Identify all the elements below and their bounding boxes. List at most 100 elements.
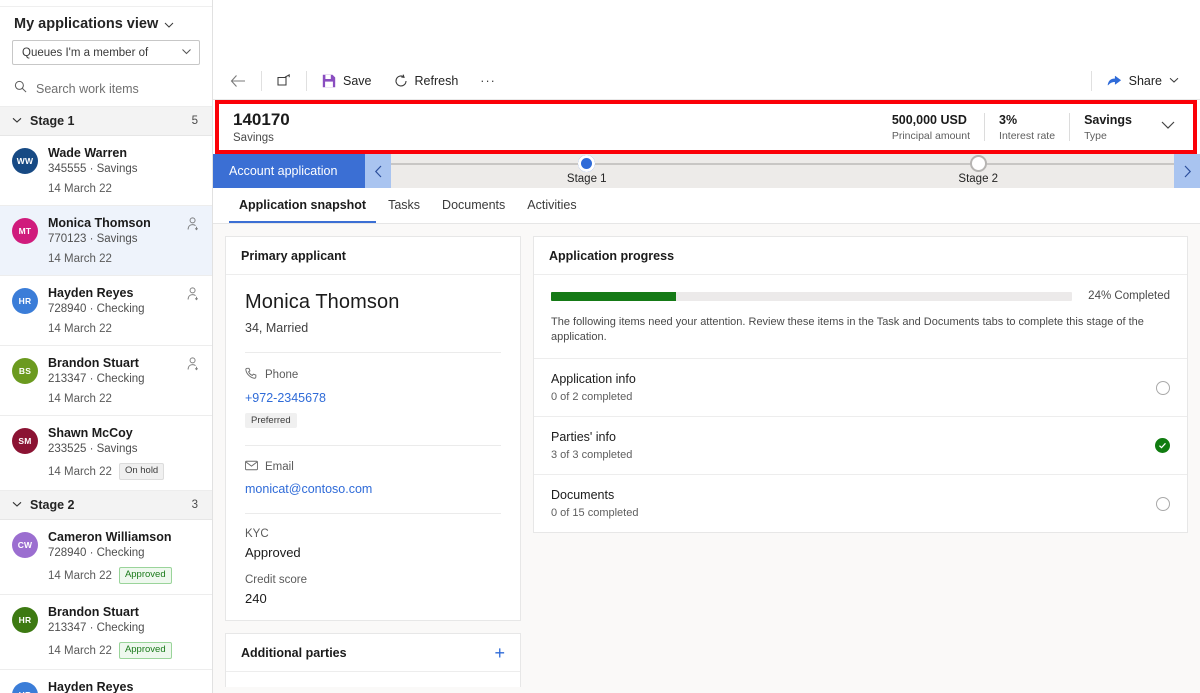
- work-item-name: Brandon Stuart: [48, 605, 139, 619]
- refresh-label: Refresh: [414, 73, 459, 88]
- queue-select[interactable]: Queues I'm a member of: [12, 40, 200, 65]
- kyc-value: Approved: [245, 545, 301, 560]
- view-selector[interactable]: My applications view: [0, 7, 212, 40]
- refresh-button[interactable]: Refresh: [383, 66, 470, 96]
- work-item-date-row: 14 March 22: [48, 393, 200, 405]
- work-item-body: Monica Thomson 770123 · Savings 14 March 2…: [48, 216, 200, 265]
- status-badge: Approved: [118, 567, 172, 584]
- avatar: WW: [12, 148, 38, 174]
- phone-field-label: Phone: [245, 367, 501, 383]
- progress-items-list: Application info 0 of 2 completed Parties'…: [534, 358, 1187, 532]
- back-button[interactable]: [219, 66, 257, 96]
- work-item-row[interactable]: MT Monica Thomson 770123 · Savings 14 March…: [0, 206, 212, 276]
- email-label-text: Email: [265, 461, 294, 473]
- search-work-items[interactable]: Search work items: [0, 73, 212, 107]
- progress-item[interactable]: Application info 0 of 2 completed: [534, 358, 1187, 416]
- work-item-row[interactable]: CW Cameron Williamson 728940 · Checking 14 …: [0, 520, 212, 595]
- command-separator: [261, 70, 262, 91]
- assign-person-icon[interactable]: [187, 217, 200, 236]
- group-name: Stage 2: [30, 498, 75, 512]
- work-item-body: Hayden Reyes211472 · Savings14 March 22R…: [48, 680, 200, 693]
- application-progress-title: Application progress: [534, 237, 1187, 275]
- primary-applicant-card-title: Primary applicant: [226, 237, 520, 275]
- email-icon: [245, 460, 258, 474]
- tab-documents[interactable]: Documents: [432, 188, 515, 223]
- search-input-placeholder: Search work items: [36, 82, 139, 96]
- overflow-menu-button[interactable]: ···: [469, 66, 507, 96]
- work-item-body: Cameron Williamson 728940 · Checking 14 Ma…: [48, 530, 200, 584]
- application-progress-card: Application progress 24% Completed The f…: [533, 236, 1188, 533]
- open-in-new-window-button[interactable]: [266, 66, 302, 96]
- record-header-kpis: 500,000 USD Principal amount 3% Interest ra…: [878, 113, 1178, 142]
- applicant-meta: 34, Married: [245, 321, 309, 335]
- progress-item[interactable]: Documents 0 of 15 completed: [534, 474, 1187, 532]
- work-item-body: Shawn McCoy 233525 · Savings 14 March 22 On…: [48, 426, 200, 480]
- assign-person-icon[interactable]: [187, 287, 200, 306]
- share-icon: [1107, 74, 1122, 87]
- group-count: 3: [191, 499, 198, 511]
- work-item-subtitle: 213347 · Checking: [48, 373, 145, 385]
- additional-parties-title: Additional parties: [241, 646, 347, 660]
- progress-item[interactable]: Parties' info 3 of 3 completed: [534, 416, 1187, 474]
- work-item-row[interactable]: BS Brandon Stuart 213347 · Checking 14 Marc…: [0, 346, 212, 416]
- work-items-list[interactable]: Stage 1 5 WW Wade Warren 345555 · Savings 14 …: [0, 107, 212, 693]
- kpi-label: Type: [1084, 129, 1107, 142]
- process-stage[interactable]: Stage 1: [391, 154, 783, 188]
- group-count: 5: [191, 115, 198, 127]
- process-previous-button[interactable]: [365, 154, 391, 188]
- work-item-subtitle: 728940 · Checking: [48, 303, 145, 315]
- work-item-date-row: 14 March 22: [48, 253, 200, 265]
- additional-party-row[interactable]: MRMiguel Reyes: [226, 678, 520, 687]
- phone-icon: [245, 367, 258, 383]
- process-next-button[interactable]: [1174, 154, 1200, 188]
- progress-item-status: 0 of 2 completed: [551, 391, 633, 403]
- main-region: Save Refresh ··· Share 140170 Savings 50…: [213, 0, 1200, 693]
- plus-icon[interactable]: +: [494, 644, 505, 662]
- command-separator: [1090, 70, 1092, 91]
- work-item-body: Hayden Reyes 728940 · Checking 14 March 22: [48, 286, 200, 335]
- overflow-label: ···: [480, 73, 496, 88]
- form-content: Primary applicant Monica Thomson 34, Mar…: [213, 224, 1200, 687]
- tab-tasks[interactable]: Tasks: [378, 188, 430, 223]
- progress-percent-label: 24% Completed: [1088, 290, 1170, 302]
- progress-item-text: Application info 0 of 2 completed: [551, 372, 1156, 403]
- command-bar: Save Refresh ··· Share: [213, 62, 1200, 100]
- work-item-date: 14 March 22: [48, 393, 112, 405]
- save-button[interactable]: Save: [311, 66, 383, 96]
- process-name[interactable]: Account application: [213, 154, 365, 188]
- tab-application-snapshot[interactable]: Application snapshot: [229, 188, 377, 223]
- work-item-name: Hayden Reyes: [48, 286, 134, 300]
- progress-item-status: 0 of 15 completed: [551, 507, 639, 519]
- search-icon: [14, 80, 27, 98]
- avatar: SM: [12, 428, 38, 454]
- additional-parties-card: Additional parties + MRMiguel ReyesDTDav…: [225, 633, 521, 687]
- work-items-group-header[interactable]: Stage 2 3: [0, 491, 212, 520]
- additional-parties-list: MRMiguel ReyesDTDavid Thomson: [226, 672, 520, 687]
- email-field-label: Email: [245, 460, 501, 474]
- email-value[interactable]: monicat@contoso.com: [245, 482, 501, 496]
- chevron-down-icon: [12, 498, 22, 512]
- progress-item-status: 3 of 3 completed: [551, 449, 633, 461]
- content-bottom-fill: [213, 687, 1200, 693]
- share-button[interactable]: Share: [1096, 66, 1190, 96]
- progress-item-text: Parties' info 3 of 3 completed: [551, 430, 1155, 461]
- view-title-label: My applications view: [14, 16, 159, 32]
- empty-circle-icon: [1156, 496, 1170, 511]
- work-item-row[interactable]: HR Brandon Stuart 213347 · Checking 14 Marc…: [0, 595, 212, 670]
- chevron-down-icon: [1169, 74, 1179, 88]
- record-title: 140170: [233, 110, 290, 129]
- process-stages: Stage 1 Stage 2: [391, 154, 1174, 188]
- work-item-name: Monica Thomson: [48, 216, 151, 230]
- kyc-label: KYC: [245, 528, 269, 540]
- record-header-expand-button[interactable]: [1146, 118, 1178, 136]
- tab-activities[interactable]: Activities: [517, 188, 586, 223]
- work-item-row[interactable]: HR Hayden Reyes 728940 · Checking 14 March …: [0, 276, 212, 346]
- kpi-label: Interest rate: [999, 129, 1056, 142]
- work-items-group-header[interactable]: Stage 1 5: [0, 107, 212, 136]
- process-stage[interactable]: Stage 2: [783, 154, 1175, 188]
- work-item-row[interactable]: WW Wade Warren 345555 · Savings 14 March 22: [0, 136, 212, 206]
- assign-person-icon[interactable]: [187, 357, 200, 376]
- work-item-row[interactable]: SM Shawn McCoy 233525 · Savings 14 March 22…: [0, 416, 212, 491]
- work-item-row[interactable]: HR Hayden Reyes211472 · Savings14 March 2…: [0, 670, 212, 693]
- phone-value[interactable]: +972-2345678: [245, 391, 501, 405]
